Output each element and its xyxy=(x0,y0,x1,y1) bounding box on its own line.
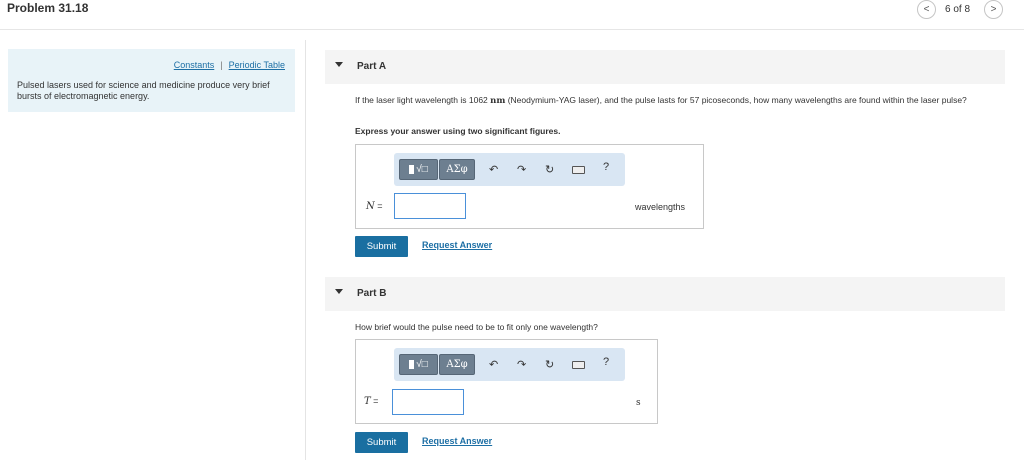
part-b-answer-box: √□ ΑΣφ ↶ ↷ ↻ ? T = s xyxy=(355,339,658,424)
chevron-right-icon: > xyxy=(990,4,997,15)
keyboard-icon[interactable] xyxy=(572,361,585,369)
chevron-left-icon: < xyxy=(923,4,930,15)
part-a-header[interactable]: Part A xyxy=(325,50,1005,84)
part-b-header[interactable]: Part B xyxy=(325,277,1005,311)
part-b-unit: s xyxy=(636,398,641,408)
part-b-submit-button[interactable]: Submit xyxy=(355,432,408,453)
reset-icon[interactable]: ↻ xyxy=(545,358,554,371)
redo-icon[interactable]: ↷ xyxy=(517,358,526,371)
templates-symbol: √□ xyxy=(416,359,428,370)
part-a-request-answer-link[interactable]: Request Answer xyxy=(422,240,492,250)
part-a-variable-label: N = xyxy=(366,201,383,212)
part-a-answer-input[interactable] xyxy=(394,193,466,219)
problem-intro-panel: Constants | Periodic Table Pulsed lasers u… xyxy=(8,49,295,112)
part-b-variable-label: T = xyxy=(364,396,378,407)
undo-icon[interactable]: ↶ xyxy=(489,358,498,371)
part-a-submit-button[interactable]: Submit xyxy=(355,236,408,257)
template-box-icon xyxy=(409,359,415,369)
part-b-title: Part B xyxy=(357,288,387,299)
symbols-button[interactable]: ΑΣφ xyxy=(439,159,475,180)
part-a-question: If the laser light wavelength is 1062 nm… xyxy=(355,95,1000,106)
help-icon[interactable]: ? xyxy=(603,356,609,368)
part-b-question: How brief would the pulse need to be to … xyxy=(355,322,598,332)
math-toolbar: √□ ΑΣφ ↶ ↷ ↻ ? xyxy=(394,153,625,186)
previous-problem-button[interactable]: < xyxy=(917,0,936,19)
part-b-request-answer-link[interactable]: Request Answer xyxy=(422,436,492,446)
templates-button[interactable]: √□ xyxy=(399,159,438,180)
equals-sign: = xyxy=(370,396,379,406)
part-a-title: Part A xyxy=(357,61,387,72)
templates-button[interactable]: √□ xyxy=(399,354,438,375)
column-divider xyxy=(305,40,306,460)
undo-icon[interactable]: ↶ xyxy=(489,163,498,176)
symbols-button[interactable]: ΑΣφ xyxy=(439,354,475,375)
top-bar: Problem 31.18 < 6 of 8 > xyxy=(0,0,1024,30)
problem-title: Problem 31.18 xyxy=(7,1,89,15)
resource-links: Constants | Periodic Table xyxy=(174,60,285,70)
part-a-unit: wavelengths xyxy=(635,202,686,212)
constants-link[interactable]: Constants xyxy=(174,60,215,70)
part-a-answer-box: √□ ΑΣφ ↶ ↷ ↻ ? N = wavelengths xyxy=(355,144,704,229)
part-a-question-unit: nm xyxy=(490,96,506,106)
link-separator: | xyxy=(220,60,223,70)
reset-icon[interactable]: ↻ xyxy=(545,163,554,176)
part-a-instruction: Express your answer using two significan… xyxy=(355,126,561,136)
part-b-answer-input[interactable] xyxy=(392,389,464,415)
help-icon[interactable]: ? xyxy=(603,161,609,173)
redo-icon[interactable]: ↷ xyxy=(517,163,526,176)
problem-intro-text: Pulsed lasers used for science and medic… xyxy=(17,80,270,101)
equals-sign: = xyxy=(374,201,383,211)
collapse-caret-icon[interactable] xyxy=(335,289,343,294)
part-a-question-text: If the laser light wavelength is 1062 xyxy=(355,95,491,105)
keyboard-icon[interactable] xyxy=(572,166,585,174)
collapse-caret-icon[interactable] xyxy=(335,62,343,67)
variable-n: N xyxy=(366,201,375,212)
page-count: 6 of 8 xyxy=(945,4,971,15)
templates-symbol: √□ xyxy=(416,164,428,175)
next-problem-button[interactable]: > xyxy=(984,0,1003,19)
math-toolbar: √□ ΑΣφ ↶ ↷ ↻ ? xyxy=(394,348,625,381)
template-box-icon xyxy=(409,164,415,174)
variable-t: T xyxy=(364,396,371,407)
periodic-table-link[interactable]: Periodic Table xyxy=(229,60,285,70)
part-a-question-text-cont: (Neodymium-YAG laser), and the pulse las… xyxy=(505,95,967,105)
